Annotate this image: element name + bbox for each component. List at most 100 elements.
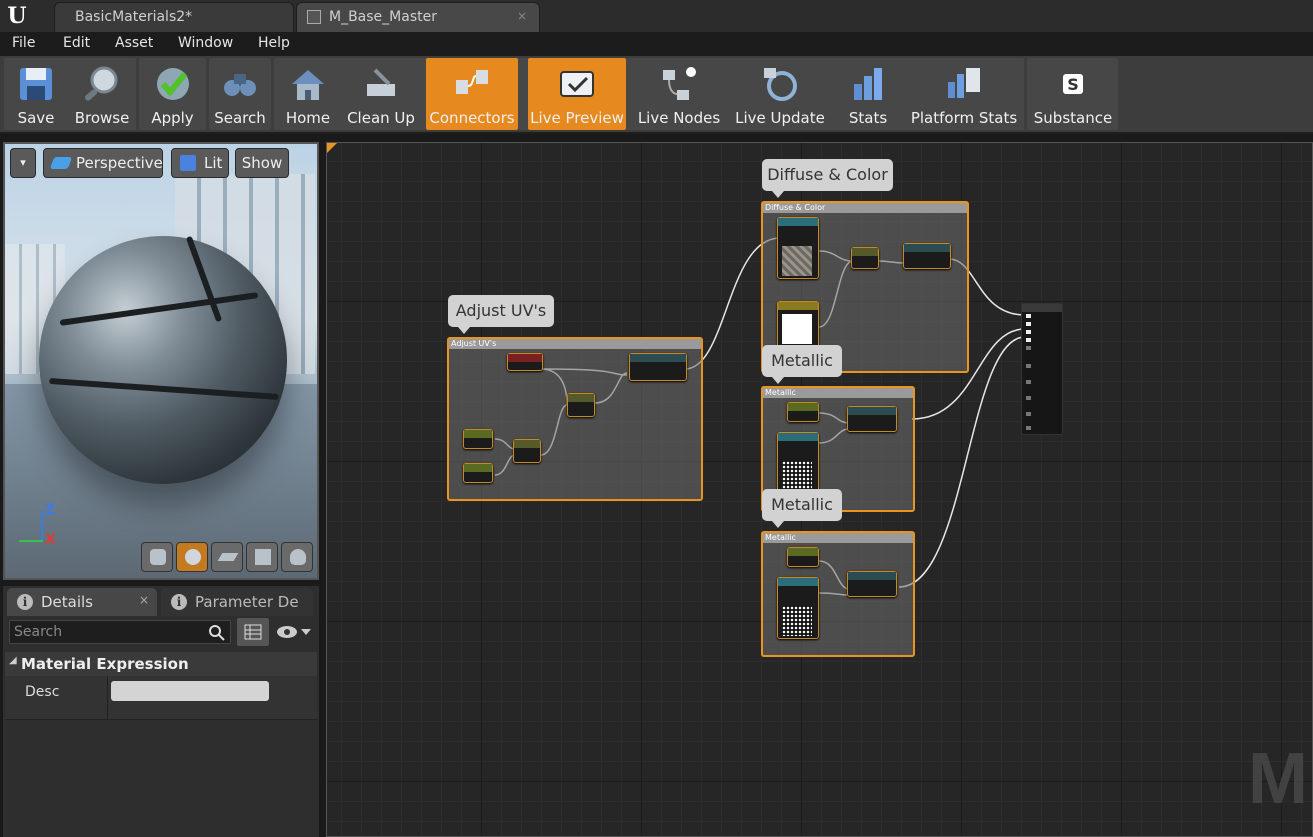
node-metallic-mask[interactable]	[777, 432, 819, 494]
substance-button[interactable]: S Substance	[1030, 58, 1116, 130]
browse-button[interactable]: Browse	[70, 58, 134, 130]
desc-text-field[interactable]	[111, 681, 269, 701]
menu-asset[interactable]: Asset	[115, 35, 153, 51]
section-material-expression[interactable]: ◢ Material Expression	[5, 652, 317, 676]
perspective-icon	[49, 157, 73, 169]
node-roughness-param[interactable]	[787, 547, 819, 567]
teapot-icon	[290, 549, 306, 565]
tab-label: BasicMaterials2*	[75, 9, 193, 25]
axis-z-label: Z	[45, 502, 56, 518]
live-nodes-icon	[663, 67, 696, 100]
plane-preview-button[interactable]	[211, 542, 243, 572]
title-bar: U BasicMaterials2* M_Base_Master ×	[0, 0, 1313, 32]
visibility-dropdown[interactable]	[275, 622, 313, 642]
live-nodes-button[interactable]: Live Nodes	[636, 58, 722, 130]
close-icon[interactable]: ×	[139, 593, 149, 607]
lit-button[interactable]: Lit	[171, 148, 229, 178]
search-icon[interactable]	[208, 624, 226, 642]
platform-stats-icon	[948, 68, 980, 98]
unreal-logo-icon: U	[7, 3, 27, 29]
stats-icon	[854, 68, 882, 100]
menu-bar: File Edit Asset Window Help	[0, 32, 1313, 56]
live-preview-button[interactable]: Live Preview	[528, 58, 626, 130]
cylinder-preview-button[interactable]	[141, 542, 173, 572]
property-label: Desc	[25, 684, 60, 700]
close-icon[interactable]: ×	[517, 9, 527, 23]
teapot-preview-button[interactable]	[281, 542, 313, 572]
viewport-options-dropdown[interactable]: ▾	[10, 148, 36, 178]
svg-text:S: S	[1067, 75, 1079, 94]
axis-x-label: X	[45, 532, 56, 548]
material-result-node[interactable]	[1021, 303, 1063, 435]
save-icon	[20, 68, 52, 100]
comment-bubble-roughness[interactable]: Metallic	[762, 489, 842, 528]
live-update-icon	[764, 68, 797, 101]
show-button[interactable]: Show	[235, 148, 289, 178]
info-icon: i	[171, 594, 187, 610]
material-editor-window: U BasicMaterials2* M_Base_Master × File …	[0, 0, 1313, 837]
live-preview-icon	[560, 71, 594, 97]
home-button[interactable]: Home	[276, 58, 340, 130]
node-v-scale[interactable]	[463, 463, 493, 483]
cube-icon	[255, 549, 271, 565]
menu-edit[interactable]: Edit	[63, 35, 90, 51]
clean-up-button[interactable]: Clean Up	[343, 58, 419, 130]
comment-title: Adjust UV's	[449, 339, 701, 349]
tab-parameter-defaults[interactable]: i Parameter De	[161, 588, 313, 616]
material-graph-canvas[interactable]: Diffuse & Color Diffuse & Color Adjust U…	[326, 142, 1313, 837]
node-append[interactable]	[513, 439, 541, 463]
apply-icon	[156, 68, 189, 100]
comment-bubble-adjust-uvs[interactable]: Adjust UV's	[448, 295, 554, 334]
perspective-button[interactable]: Perspective	[43, 148, 163, 178]
home-icon	[292, 70, 324, 100]
node-texcoord[interactable]	[507, 353, 543, 371]
preview-sphere	[39, 235, 287, 484]
grid-icon	[244, 624, 262, 640]
preview-viewport[interactable]: ▾ Perspective Lit Show Z X	[3, 142, 319, 580]
substance-icon: S	[1063, 74, 1083, 94]
comment-bubble-metallic[interactable]: Metallic	[762, 345, 842, 384]
material-domain-watermark: M	[1248, 739, 1308, 819]
lit-cube-icon	[180, 155, 196, 171]
node-use-metallic-mask[interactable]	[847, 406, 897, 432]
node-use-texture-switch[interactable]	[903, 243, 951, 269]
node-metallic-param[interactable]	[787, 402, 819, 422]
connectors-button[interactable]: Connectors	[426, 58, 518, 130]
node-adjust-uv-switch[interactable]	[629, 353, 687, 381]
node-multiply[interactable]	[567, 393, 595, 417]
comment-bubble-diffuse-color[interactable]: Diffuse & Color	[762, 159, 893, 198]
tab-details[interactable]: i Details ×	[7, 588, 157, 616]
node-u-scale[interactable]	[463, 429, 493, 449]
platform-stats-button[interactable]: Platform Stats	[908, 58, 1020, 130]
details-search-input[interactable]	[14, 623, 204, 641]
node-color-param[interactable]	[777, 301, 819, 349]
node-diffuse-texture[interactable]	[777, 217, 819, 279]
node-roughness-mask[interactable]	[777, 577, 819, 639]
comment-title: Metallic	[763, 388, 913, 398]
comment-box-roughness[interactable]: Metallic	[761, 531, 915, 657]
sphere-preview-button[interactable]	[176, 542, 208, 572]
cube-preview-button[interactable]	[246, 542, 278, 572]
stats-button[interactable]: Stats	[836, 58, 900, 130]
comment-box-adjust-uvs[interactable]: Adjust UV's	[447, 337, 703, 501]
live-update-button[interactable]: Live Update	[734, 58, 826, 130]
eye-icon	[277, 626, 311, 638]
save-button[interactable]: Save	[6, 58, 66, 130]
search-button[interactable]: Search	[211, 58, 269, 130]
collapse-triangle-icon: ◢	[9, 655, 17, 666]
node-use-roughness-mask[interactable]	[847, 571, 897, 597]
cylinder-icon	[150, 549, 166, 565]
view-options-grid-button[interactable]	[237, 618, 269, 646]
details-search-box	[9, 620, 231, 644]
connectors-icon	[456, 70, 488, 94]
apply-button[interactable]: Apply	[141, 58, 204, 130]
tab-m-base-master[interactable]: M_Base_Master ×	[296, 2, 540, 32]
menu-window[interactable]: Window	[178, 35, 233, 51]
menu-help[interactable]: Help	[258, 35, 290, 51]
menu-file[interactable]: File	[12, 35, 35, 51]
comment-title: Metallic	[763, 533, 913, 543]
node-multiply[interactable]	[851, 247, 879, 269]
tab-basicmaterials2[interactable]: BasicMaterials2*	[54, 2, 294, 32]
tab-label: M_Base_Master	[329, 9, 437, 25]
plane-icon	[217, 553, 239, 561]
